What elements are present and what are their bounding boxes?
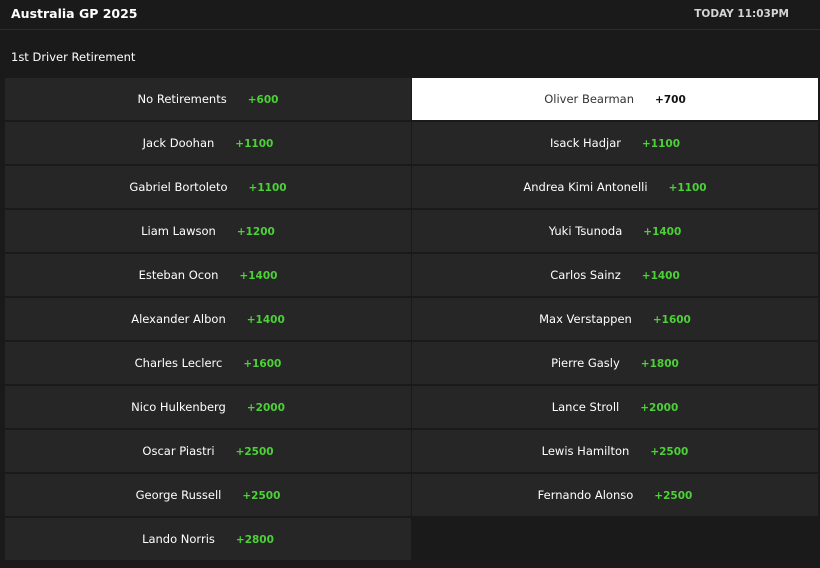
selection-odds: +1400 [643, 226, 682, 238]
selection-name: Jack Doohan [142, 136, 215, 150]
selection-odds: +1400 [246, 314, 285, 326]
selection-name: George Russell [135, 488, 222, 502]
selection-odds: +2500 [242, 490, 281, 502]
selection-button[interactable]: Oliver Bearman +700 [412, 78, 818, 120]
selection-button[interactable]: Liam Lawson +1200 [5, 210, 411, 252]
selection-odds: +1800 [640, 358, 679, 370]
selection-name: Oscar Piastri [142, 444, 215, 458]
selection-odds: +2000 [246, 402, 285, 414]
selection-odds: +1100 [235, 138, 274, 150]
selection-odds: +1600 [652, 314, 691, 326]
selection-button[interactable]: Nico Hulkenberg +2000 [5, 386, 411, 428]
selection-name: Lando Norris [142, 532, 215, 546]
selection-button[interactable]: Charles Leclerc +1600 [5, 342, 411, 384]
selection-odds: +1200 [236, 226, 275, 238]
selection-name: Nico Hulkenberg [131, 400, 226, 414]
selection-button[interactable]: Fernando Alonso +2500 [412, 474, 818, 516]
selection-name: Charles Leclerc [134, 356, 223, 370]
selection-odds: +2500 [650, 446, 689, 458]
selection-name: Pierre Gasly [551, 356, 620, 370]
selection-button[interactable]: George Russell +2500 [5, 474, 411, 516]
selection-name: Lewis Hamilton [541, 444, 630, 458]
event-time: TODAY 11:03PM [694, 8, 789, 20]
event-header: Australia GP 2025 TODAY 11:03PM [0, 0, 820, 30]
selection-button[interactable]: Lance Stroll +2000 [412, 386, 818, 428]
selection-name: Liam Lawson [141, 224, 216, 238]
selection-odds: +2800 [235, 534, 274, 546]
selection-button[interactable]: Alexander Albon +1400 [5, 298, 411, 340]
selection-odds: +2500 [235, 446, 274, 458]
selection-odds: +2000 [640, 402, 679, 414]
selections-grid: No Retirements +600 Oliver Bearman +700 Jack… [5, 78, 818, 560]
selection-button[interactable]: Andrea Kimi Antonelli +1100 [412, 166, 818, 208]
selection-button[interactable]: Carlos Sainz +1400 [412, 254, 818, 296]
selection-name: Fernando Alonso [537, 488, 634, 502]
selection-name: Andrea Kimi Antonelli [523, 180, 648, 194]
event-title: Australia GP 2025 [11, 6, 138, 21]
selection-button[interactable]: Jack Doohan +1100 [5, 122, 411, 164]
selection-name: Yuki Tsunoda [548, 224, 623, 238]
selection-name: Max Verstappen [539, 312, 632, 326]
selection-odds: +700 [655, 94, 686, 106]
selection-odds: +1400 [239, 270, 278, 282]
selection-button[interactable]: Oscar Piastri +2500 [5, 430, 411, 472]
market-title: 1st Driver Retirement [11, 50, 136, 64]
selection-odds: +2500 [654, 490, 693, 502]
selection-name: Gabriel Bortoleto [129, 180, 228, 194]
selection-button[interactable]: Pierre Gasly +1800 [412, 342, 818, 384]
selection-odds: +1100 [642, 138, 681, 150]
selection-odds: +1400 [641, 270, 680, 282]
selection-button[interactable]: Yuki Tsunoda +1400 [412, 210, 818, 252]
selection-button[interactable]: Gabriel Bortoleto +1100 [5, 166, 411, 208]
selection-odds: +1100 [668, 182, 707, 194]
selection-button[interactable]: No Retirements +600 [5, 78, 411, 120]
selection-button[interactable]: Max Verstappen +1600 [412, 298, 818, 340]
selection-name: Oliver Bearman [544, 92, 635, 106]
selection-odds: +1600 [243, 358, 282, 370]
selection-odds: +1100 [248, 182, 287, 194]
selection-button[interactable]: Lewis Hamilton +2500 [412, 430, 818, 472]
selection-button[interactable]: Esteban Ocon +1400 [5, 254, 411, 296]
selection-name: Carlos Sainz [550, 268, 621, 282]
selection-name: Esteban Ocon [138, 268, 219, 282]
selection-button[interactable]: Lando Norris +2800 [5, 518, 411, 560]
selection-button[interactable]: Isack Hadjar +1100 [412, 122, 818, 164]
selection-name: Alexander Albon [131, 312, 226, 326]
selection-name: Lance Stroll [551, 400, 620, 414]
selection-odds: +600 [247, 94, 279, 106]
selection-name: Isack Hadjar [549, 136, 621, 150]
selection-name: No Retirements [137, 92, 227, 106]
